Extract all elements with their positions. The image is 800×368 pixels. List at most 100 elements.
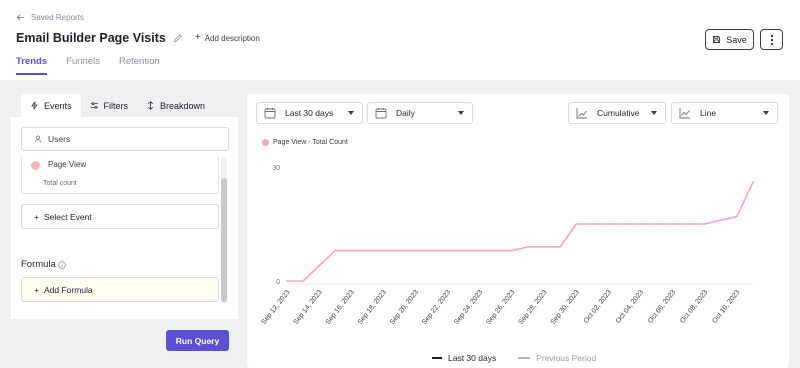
data-point[interactable]: [478, 249, 481, 252]
data-point[interactable]: [286, 280, 288, 282]
data-point[interactable]: [494, 249, 497, 252]
page-title: Email Builder Page Visits: [16, 31, 166, 45]
data-point[interactable]: [446, 249, 449, 252]
x-tick-label: Oct 08, 2023: [679, 289, 709, 325]
tab-retention[interactable]: Retention: [119, 56, 160, 75]
scrollbar-thumb[interactable]: [221, 178, 227, 302]
data-point[interactable]: [639, 223, 642, 225]
data-point[interactable]: [687, 223, 690, 225]
legend-previous-label: Previous Period: [536, 353, 597, 363]
x-tick-label: Sep 20, 2023: [389, 289, 420, 326]
data-point[interactable]: [398, 249, 401, 252]
tab-breakdown-label: Breakdown: [160, 100, 206, 111]
data-point[interactable]: [414, 249, 417, 252]
x-tick-label: Oct 02, 2023: [583, 289, 613, 325]
query-tabs: Events Filters Breakdown: [21, 94, 214, 117]
data-point[interactable]: [559, 245, 562, 248]
line-chart-icon: [679, 108, 690, 119]
back-link[interactable]: Saved Reports: [16, 13, 84, 22]
legend-current-period[interactable]: Last 30 days: [432, 353, 496, 363]
x-tick-label: Sep 18, 2023: [357, 289, 388, 326]
data-point[interactable]: [430, 249, 433, 252]
tab-filters[interactable]: Filters: [81, 94, 138, 117]
x-tick-label: Sep 24, 2023: [453, 289, 484, 326]
calendar-icon: [264, 108, 276, 119]
chart-legend-periods: Last 30 days Previous Period: [432, 353, 612, 363]
interval-dropdown[interactable]: Daily: [367, 102, 473, 124]
data-point[interactable]: [318, 264, 321, 267]
solid-line-swatch: [432, 357, 442, 359]
data-point[interactable]: [671, 223, 674, 225]
event-series-badge: [31, 161, 40, 170]
x-tick-label: Oct 10, 2023: [711, 289, 741, 325]
x-tick-label: Sep 22, 2023: [421, 289, 452, 326]
data-point[interactable]: [623, 223, 626, 225]
data-point[interactable]: [350, 249, 353, 252]
more-vertical-icon: [770, 34, 773, 45]
data-point[interactable]: [462, 249, 465, 252]
data-point[interactable]: [607, 223, 610, 225]
run-query-button[interactable]: Run Query: [166, 330, 229, 351]
data-point[interactable]: [719, 219, 722, 222]
event-card[interactable]: Page View Total count: [21, 157, 219, 194]
chart-legend-series: Page View - Total Count: [262, 139, 348, 146]
data-point[interactable]: [511, 249, 513, 252]
tab-trends[interactable]: Trends: [16, 56, 48, 75]
report-tabs: Trends Funnels Retention: [16, 56, 160, 75]
tab-funnels[interactable]: Funnels: [66, 56, 100, 75]
more-options-button[interactable]: [760, 29, 783, 50]
data-point[interactable]: [703, 223, 706, 225]
date-range-dropdown[interactable]: Last 30 days: [256, 102, 363, 124]
chart-type-dropdown[interactable]: Line: [671, 102, 778, 124]
lightning-icon: [31, 101, 38, 110]
save-button[interactable]: Save: [705, 29, 754, 50]
chevron-down-icon: [348, 111, 354, 115]
save-icon: [713, 35, 721, 44]
select-event-label: Select Event: [43, 211, 92, 222]
event-name: Page View: [48, 160, 87, 169]
plus-icon: +: [194, 32, 201, 43]
tab-breakdown[interactable]: Breakdown: [137, 94, 214, 117]
add-formula-button[interactable]: + Add Formula: [21, 277, 219, 302]
series-swatch: [262, 139, 269, 146]
arrow-left-icon: [16, 14, 25, 21]
metric-dropdown[interactable]: Cumulative: [568, 102, 666, 124]
add-description-link[interactable]: + Add description: [194, 32, 260, 43]
series-line[interactable]: [287, 181, 754, 282]
report-header: Saved Reports Email Builder Page Visits …: [0, 0, 800, 80]
chart-type-value: Line: [700, 108, 717, 118]
select-event-button[interactable]: + Select Event: [21, 204, 219, 229]
line-chart: 030Sep 12, 2023 Sep 14, 2023 Sep 16, 2023 S…: [260, 165, 754, 326]
data-point[interactable]: [527, 245, 529, 248]
pencil-icon[interactable]: [173, 33, 183, 43]
info-icon[interactable]: [58, 260, 66, 269]
data-point[interactable]: [655, 223, 658, 225]
breakdown-icon: [148, 101, 154, 110]
series-name: Page View - Total Count: [273, 139, 348, 146]
data-point[interactable]: [575, 223, 578, 225]
data-point[interactable]: [382, 249, 385, 252]
back-link-label: Saved Reports: [31, 13, 84, 22]
data-point[interactable]: [334, 249, 337, 252]
formula-label: Formula: [21, 259, 56, 270]
chevron-down-icon: [651, 111, 657, 115]
data-point[interactable]: [752, 181, 754, 184]
x-tick-label: Sep 30, 2023: [550, 289, 581, 326]
calendar-icon: [375, 108, 387, 119]
data-point[interactable]: [366, 249, 369, 252]
legend-previous-period[interactable]: Previous Period: [518, 353, 596, 363]
tab-events[interactable]: Events: [21, 94, 81, 117]
tab-filters-label: Filters: [103, 100, 129, 111]
x-tick-label: Sep 28, 2023: [518, 289, 549, 326]
y-tick-label: 30: [272, 165, 280, 172]
users-selector[interactable]: Users: [21, 127, 229, 151]
event-aggregation[interactable]: Total count: [43, 180, 77, 187]
data-point[interactable]: [543, 245, 546, 248]
x-tick-label: Oct 06, 2023: [647, 289, 677, 325]
data-point[interactable]: [591, 223, 594, 225]
x-tick-label: Sep 14, 2023: [293, 289, 324, 326]
dashed-line-swatch: [518, 357, 531, 359]
metric-value: Cumulative: [597, 108, 640, 118]
data-point[interactable]: [302, 280, 304, 282]
data-point[interactable]: [736, 215, 738, 218]
